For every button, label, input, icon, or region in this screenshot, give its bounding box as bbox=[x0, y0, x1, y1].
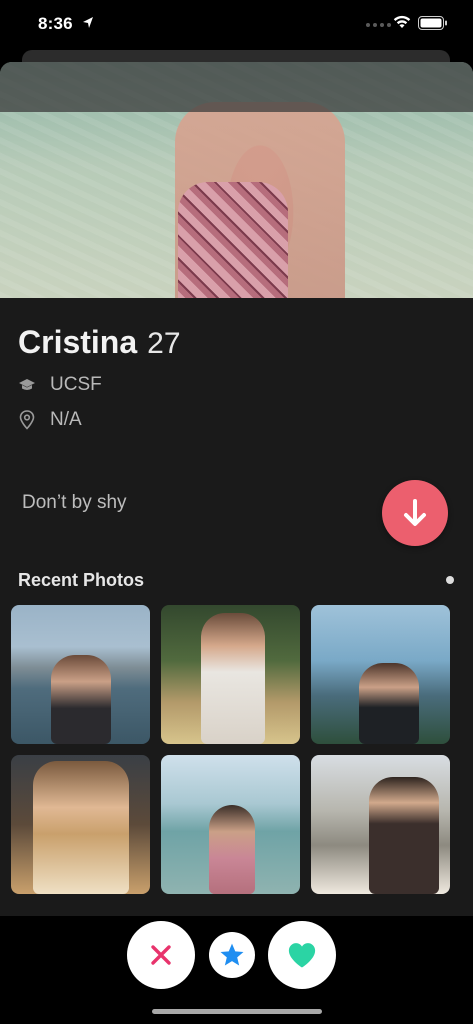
recent-photo-4[interactable] bbox=[11, 755, 150, 894]
school-label: UCSF bbox=[50, 374, 102, 395]
wifi-icon bbox=[393, 15, 411, 28]
photo-top-overlay bbox=[0, 62, 473, 112]
recent-photo-2[interactable] bbox=[161, 605, 300, 744]
profile-header: Cristina 27 bbox=[18, 324, 181, 361]
x-icon bbox=[151, 945, 171, 965]
home-indicator bbox=[152, 1009, 322, 1014]
page-indicator-dot bbox=[446, 576, 454, 584]
location-arrow-icon bbox=[83, 17, 93, 28]
school-row: UCSF bbox=[18, 374, 102, 396]
photo-swimsuit bbox=[178, 182, 288, 298]
location-row: N/A bbox=[18, 409, 82, 431]
status-time: 8:36 bbox=[38, 14, 73, 33]
nope-button[interactable] bbox=[127, 921, 195, 989]
star-icon bbox=[220, 943, 244, 966]
super-like-button[interactable] bbox=[209, 932, 255, 978]
status-bar: 8:36 bbox=[0, 0, 473, 48]
graduation-cap-icon bbox=[19, 379, 35, 390]
recent-photos-grid bbox=[11, 605, 450, 894]
profile-name: Cristina bbox=[18, 324, 138, 360]
profile-bio: Don’t by shy bbox=[22, 492, 127, 513]
signal-icon bbox=[366, 23, 391, 27]
profile-main-photo[interactable] bbox=[0, 62, 473, 298]
heart-icon bbox=[288, 943, 316, 968]
recent-photos-title: Recent Photos bbox=[18, 570, 145, 590]
collapse-profile-button[interactable] bbox=[382, 480, 448, 546]
battery-icon bbox=[418, 16, 447, 30]
recent-photo-6[interactable] bbox=[311, 755, 450, 894]
like-button[interactable] bbox=[268, 921, 336, 989]
recent-photo-3[interactable] bbox=[311, 605, 450, 744]
profile-age: 27 bbox=[147, 327, 181, 360]
map-pin-icon bbox=[19, 410, 35, 430]
recent-photo-5[interactable] bbox=[161, 755, 300, 894]
recent-photo-1[interactable] bbox=[11, 605, 150, 744]
arrow-down-icon bbox=[404, 499, 426, 526]
location-label: N/A bbox=[50, 409, 82, 430]
